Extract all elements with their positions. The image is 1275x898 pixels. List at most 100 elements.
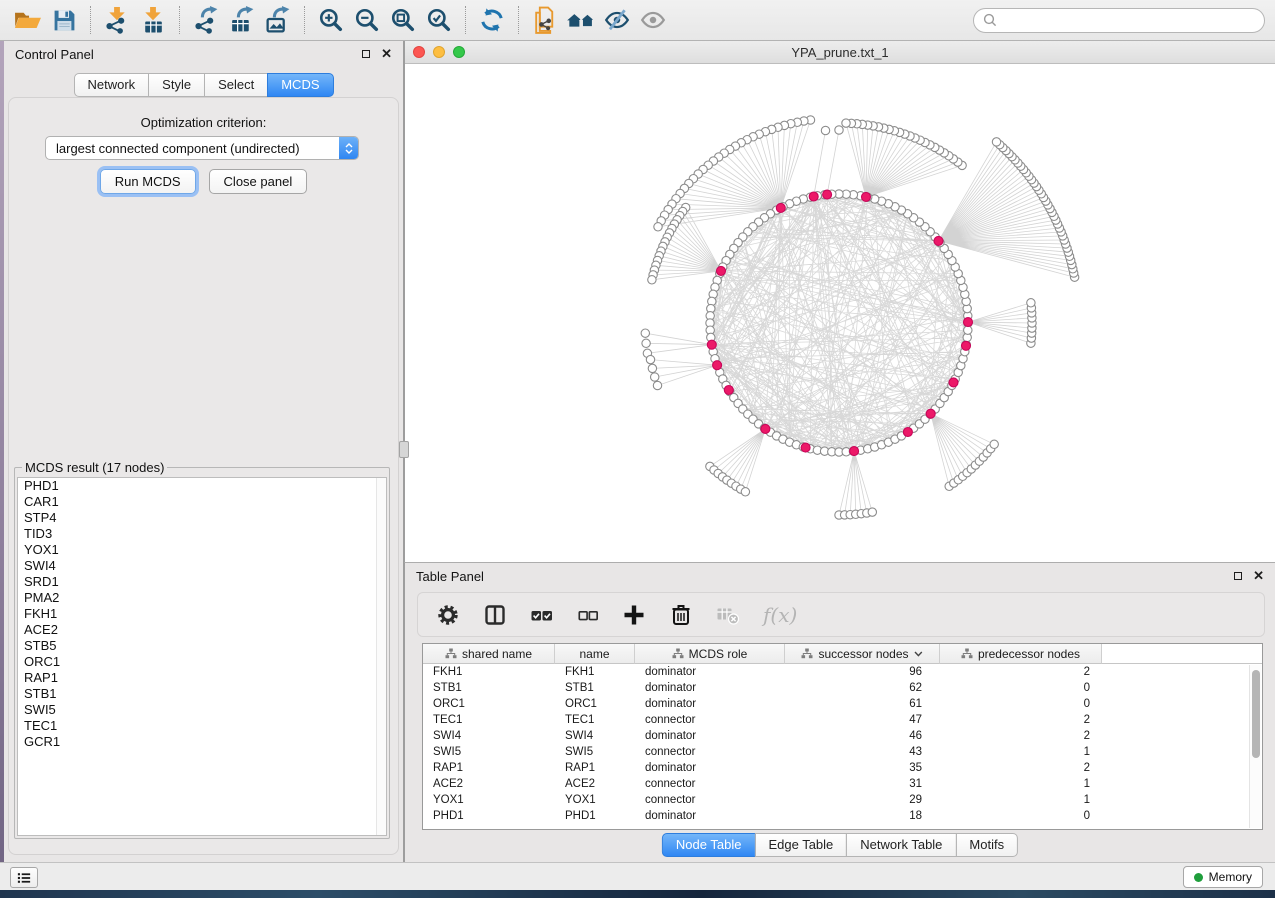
window-close-traffic-light[interactable] [413, 46, 425, 58]
add-column-button[interactable] [622, 603, 646, 627]
deselect-all-button[interactable] [577, 604, 599, 626]
window-zoom-traffic-light[interactable] [453, 46, 465, 58]
network-graph[interactable] [405, 64, 1274, 561]
mcds-result-item[interactable]: YOX1 [18, 542, 386, 558]
column-header-successor-nodes[interactable]: successor nodes [785, 644, 940, 664]
mcds-result-item[interactable]: STP4 [18, 510, 386, 526]
task-history-button[interactable] [10, 867, 38, 888]
tab-network-table[interactable]: Network Table [846, 833, 956, 857]
column-header-predecessor-nodes[interactable]: predecessor nodes [940, 644, 1102, 664]
show-all-button[interactable] [635, 3, 671, 37]
cell-mcds-role: dominator [635, 698, 785, 710]
zoom-out-icon [354, 7, 380, 33]
zoom-fit-button[interactable] [385, 3, 421, 37]
search-input[interactable] [1003, 12, 1255, 29]
cell-name: YOX1 [555, 794, 635, 806]
delete-table-button[interactable] [716, 604, 740, 626]
close-panel-icon[interactable]: ✕ [381, 49, 392, 59]
mcds-result-item[interactable]: TEC1 [18, 718, 386, 734]
table-row[interactable]: STB1STB1dominator620 [423, 680, 1262, 696]
mcds-result-list[interactable]: PHD1CAR1STP4TID3YOX1SWI4SRD1PMA2FKH1ACE2… [17, 477, 387, 836]
mcds-result-item[interactable]: PMA2 [18, 590, 386, 606]
export-network-button[interactable] [188, 3, 224, 37]
mcds-result-item[interactable]: TID3 [18, 526, 386, 542]
import-network-button[interactable] [99, 3, 135, 37]
float-panel-icon[interactable] [362, 50, 370, 58]
panel-splitter-handle[interactable] [399, 441, 409, 458]
save-session-button[interactable] [46, 3, 82, 37]
mcds-result-item[interactable]: RAP1 [18, 670, 386, 686]
mcds-result-item[interactable]: STB1 [18, 686, 386, 702]
table-row[interactable]: SWI4SWI4dominator462 [423, 728, 1262, 744]
table-row[interactable]: PHD1PHD1dominator180 [423, 808, 1262, 824]
mcds-result-item[interactable]: GCR1 [18, 734, 386, 750]
tab-edge-table[interactable]: Edge Table [754, 833, 847, 857]
tab-style[interactable]: Style [148, 73, 205, 97]
criterion-dropdown[interactable]: largest connected component (undirected) [45, 136, 359, 160]
close-panel-icon[interactable]: ✕ [1253, 571, 1264, 581]
cell-successor-nodes: 47 [785, 714, 940, 726]
apply-layout-button[interactable] [474, 3, 510, 37]
tab-node-table[interactable]: Node Table [662, 833, 756, 857]
column-header-name[interactable]: name [555, 644, 635, 664]
table-row[interactable]: ORC1ORC1dominator610 [423, 696, 1262, 712]
table-row[interactable]: ACE2ACE2connector311 [423, 776, 1262, 792]
delete-column-button[interactable] [669, 603, 693, 627]
list-icon [17, 871, 31, 885]
cell-predecessor-nodes: 1 [940, 778, 1102, 790]
cell-name: SWI4 [555, 730, 635, 742]
function-builder-icon[interactable]: f(x) [763, 603, 797, 627]
gear-icon [436, 603, 460, 627]
hide-selected-button[interactable] [599, 3, 635, 37]
run-mcds-button[interactable]: Run MCDS [100, 169, 196, 194]
memory-button[interactable]: Memory [1183, 866, 1263, 888]
search-field[interactable] [973, 8, 1265, 33]
table-row[interactable]: RAP1RAP1dominator352 [423, 760, 1262, 776]
zoom-selected-button[interactable] [421, 3, 457, 37]
table-row[interactable]: FKH1FKH1dominator962 [423, 664, 1262, 680]
table-scrollbar-thumb[interactable] [1252, 670, 1260, 758]
table-settings-button[interactable] [436, 603, 460, 627]
select-all-icon [530, 603, 554, 627]
tab-motifs[interactable]: Motifs [955, 833, 1018, 857]
zoom-out-button[interactable] [349, 3, 385, 37]
tab-mcds[interactable]: MCDS [267, 73, 333, 97]
tab-network[interactable]: Network [73, 73, 149, 97]
mcds-result-item[interactable]: PHD1 [18, 478, 386, 494]
mcds-list-scrollbar[interactable] [376, 478, 386, 835]
mcds-result-item[interactable]: STB5 [18, 638, 386, 654]
column-header-shared-name[interactable]: shared name [423, 644, 555, 664]
mcds-result-item[interactable]: ACE2 [18, 622, 386, 638]
mcds-result-item[interactable]: ORC1 [18, 654, 386, 670]
import-network-icon [103, 6, 131, 34]
network-from-selection-button[interactable] [527, 3, 563, 37]
column-header-mcds-role[interactable]: MCDS role [635, 644, 785, 664]
home-networks-button[interactable] [563, 3, 599, 37]
node-table: shared name name MCDS role [422, 643, 1263, 830]
zoom-in-button[interactable] [313, 3, 349, 37]
column-selector-button[interactable] [483, 603, 507, 627]
table-row[interactable]: SWI5SWI5connector431 [423, 744, 1262, 760]
mcds-result-item[interactable]: SWI5 [18, 702, 386, 718]
window-minimize-traffic-light[interactable] [433, 46, 445, 58]
table-scrollbar[interactable] [1249, 665, 1261, 828]
export-table-button[interactable] [224, 3, 260, 37]
mcds-result-item[interactable]: SWI4 [18, 558, 386, 574]
select-all-button[interactable] [530, 603, 554, 627]
float-panel-icon[interactable] [1234, 572, 1242, 580]
memory-label: Memory [1209, 870, 1252, 884]
open-session-button[interactable] [10, 3, 46, 37]
mcds-result-item[interactable]: FKH1 [18, 606, 386, 622]
mcds-result-item[interactable]: SRD1 [18, 574, 386, 590]
table-row[interactable]: TEC1TEC1connector472 [423, 712, 1262, 728]
table-panel-titlebar: Table Panel ✕ [405, 563, 1275, 589]
toolbar-separator [304, 6, 305, 34]
export-image-button[interactable] [260, 3, 296, 37]
table-row[interactable]: YOX1YOX1connector291 [423, 792, 1262, 808]
table-panel-tabs: Node Table Edge Table Network Table Moti… [662, 833, 1018, 857]
cell-mcds-role: connector [635, 746, 785, 758]
import-table-button[interactable] [135, 3, 171, 37]
close-panel-button[interactable]: Close panel [209, 169, 308, 194]
tab-select[interactable]: Select [204, 73, 268, 97]
mcds-result-item[interactable]: CAR1 [18, 494, 386, 510]
